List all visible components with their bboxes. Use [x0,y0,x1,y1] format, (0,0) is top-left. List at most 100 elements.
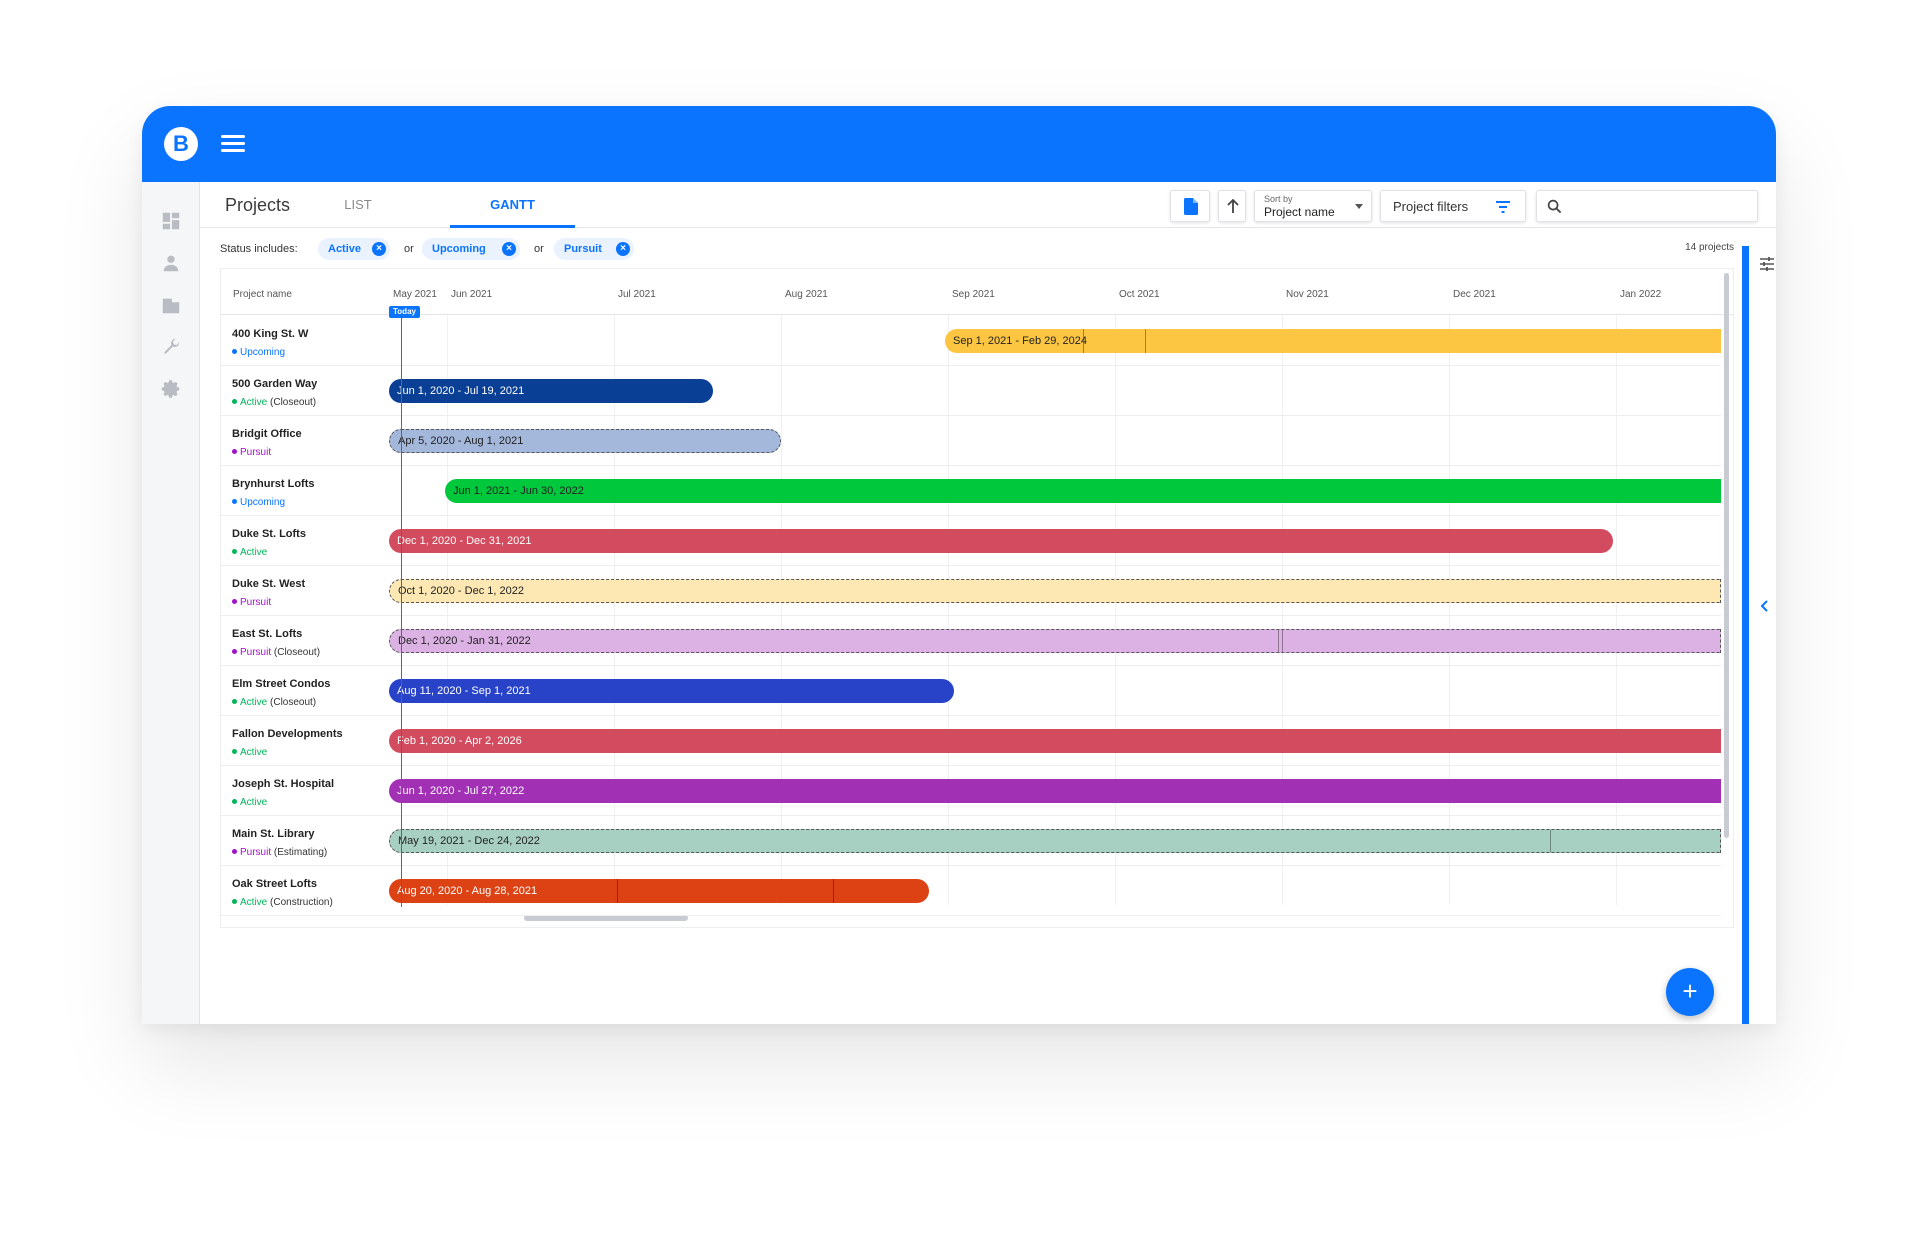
bar-segment-divider [1145,329,1146,353]
gantt-bar[interactable]: Sep 1, 2021 - Feb 29, 2024 [945,329,1721,353]
status-text: Active [240,397,268,408]
right-panel [1742,246,1776,1024]
status-text: Pursuit [240,647,272,658]
wrench-icon[interactable] [160,336,182,358]
project-name[interactable]: East St. Lofts [232,628,302,640]
project-name[interactable]: 500 Garden Way [232,378,317,390]
filter-lines-icon [1496,201,1510,213]
remove-filter-icon[interactable]: × [502,242,516,256]
timeline-month-label: Dec 2021 [1453,289,1496,300]
gantt-bar[interactable]: Jun 1, 2020 - Jul 27, 2022 [389,779,1721,803]
gantt-row[interactable]: Main St. Library Pursuit (Estimating) May … [221,816,1721,866]
gantt-row[interactable]: Bridgit Office Pursuit Apr 5, 2020 - Aug 1… [221,416,1721,466]
status-dot-icon [232,849,237,854]
gantt-bar[interactable]: Jun 1, 2020 - Jul 19, 2021 [389,379,713,403]
gantt-row[interactable]: Fallon Developments Active Feb 1, 2020 - A… [221,716,1721,766]
project-name[interactable]: Joseph St. Hospital [232,778,334,790]
gantt-bar[interactable]: Oct 1, 2020 - Dec 1, 2022 [389,579,1721,603]
project-name[interactable]: Oak Street Lofts [232,878,317,890]
gantt-bar[interactable]: Dec 1, 2020 - Jan 31, 2022 [389,629,1721,653]
gantt-row[interactable]: Duke St. Lofts Active Dec 1, 2020 - Dec 31… [221,516,1721,566]
project-filters-button[interactable]: Project filters [1380,190,1526,222]
people-icon[interactable] [160,252,182,274]
gantt-bar-dates: Apr 5, 2020 - Aug 1, 2021 [398,435,524,447]
status-dot-icon [232,499,237,504]
project-count: 14 projects [1685,242,1734,253]
project-name[interactable]: Duke St. West [232,578,305,590]
project-status: Active [232,797,267,808]
remove-filter-icon[interactable]: × [372,242,386,256]
project-status: Active (Closeout) [232,397,316,408]
gantt-bar[interactable]: Aug 20, 2020 - Aug 28, 2021 [389,879,929,903]
dashboard-icon[interactable] [160,210,182,232]
gantt-row[interactable]: Duke St. West Pursuit Oct 1, 2020 - Dec 1,… [221,566,1721,616]
sort-by-select[interactable]: Sort by Project name [1254,190,1372,222]
project-status: Pursuit [232,447,271,458]
gantt-row[interactable]: Oak Street Lofts Active (Construction) Aug… [221,866,1721,916]
chevron-left-icon[interactable] [1759,599,1771,613]
remove-filter-icon[interactable]: × [616,242,630,256]
status-dot-icon [232,749,237,754]
gantt-row[interactable]: Brynhurst Lofts Upcoming Jun 1, 2021 - Jun… [221,466,1721,516]
vertical-scrollbar[interactable] [1724,273,1729,838]
search-input[interactable] [1569,197,1749,217]
gantt-row[interactable]: 500 Garden Way Active (Closeout) Jun 1, 20… [221,366,1721,416]
phase-text: (Construction) [267,897,333,908]
project-name[interactable]: Fallon Developments [232,728,343,740]
gantt-bar[interactable]: Apr 5, 2020 - Aug 1, 2021 [389,429,781,453]
filter-chip-label: Upcoming [432,243,486,255]
tab-gantt[interactable]: GANTT [450,190,575,228]
project-status: Active (Construction) [232,897,333,908]
gantt-bar[interactable]: Dec 1, 2020 - Dec 31, 2021 [389,529,1613,553]
bar-segment-divider [1282,630,1283,652]
building-icon[interactable] [160,294,182,316]
filter-chip-pursuit[interactable]: Pursuit × [554,238,634,260]
sort-direction-button[interactable] [1218,190,1246,222]
document-icon [1184,198,1198,215]
gantt-row[interactable]: Joseph St. Hospital Active Jun 1, 2020 - J… [221,766,1721,816]
project-name[interactable]: Bridgit Office [232,428,302,440]
filter-chip-upcoming[interactable]: Upcoming × [422,238,520,260]
app-window: B Projects LIST GANTT Sort by Project na… [142,106,1776,1024]
gantt-bar[interactable]: Aug 11, 2020 - Sep 1, 2021 [389,679,954,703]
app-logo[interactable]: B [164,127,198,161]
project-name[interactable]: Brynhurst Lofts [232,478,315,490]
gantt-row[interactable]: 400 King St. W Upcoming Sep 1, 2021 - Feb … [221,316,1721,366]
status-text: Active [240,547,268,558]
status-dot-icon [232,549,237,554]
phase-text: (Closeout) [267,397,317,408]
sort-by-value: Project name [1264,205,1335,219]
project-name[interactable]: 400 King St. W [232,328,308,340]
timeline-month-label: Sep 2021 [952,289,995,300]
hamburger-menu-icon[interactable] [221,135,245,153]
status-dot-icon [232,649,237,654]
settings-gear-icon[interactable] [160,378,182,400]
arrow-up-icon [1227,199,1239,213]
project-status: Active (Closeout) [232,697,316,708]
status-dot-icon [232,399,237,404]
today-badge: Today [389,306,420,318]
top-bar: B [142,106,1776,182]
gantt-row[interactable]: East St. Lofts Pursuit (Closeout) Dec 1, 2… [221,616,1721,666]
project-name[interactable]: Main St. Library [232,828,315,840]
gantt-bar[interactable]: Feb 1, 2020 - Apr 2, 2026 [389,729,1721,753]
project-status: Active [232,747,267,758]
report-button[interactable] [1170,190,1210,222]
project-name[interactable]: Elm Street Condos [232,678,330,690]
tab-list[interactable]: LIST [330,190,386,228]
add-project-button[interactable]: + [1666,968,1714,1016]
tune-settings-icon[interactable] [1759,256,1775,272]
gantt-bar-dates: Sep 1, 2021 - Feb 29, 2024 [953,335,1087,347]
gantt-row[interactable]: Elm Street Condos Active (Closeout) Aug 11… [221,666,1721,716]
main-area: Projects LIST GANTT Sort by Project name… [200,182,1776,1024]
gantt-bar[interactable]: May 19, 2021 - Dec 24, 2022 [389,829,1721,853]
filter-chip-active[interactable]: Active × [318,238,390,260]
bar-segment-divider [1550,830,1551,852]
status-includes-label: Status includes: [220,243,298,255]
gantt-bar-dates: Dec 1, 2020 - Jan 31, 2022 [398,635,531,647]
today-marker-line [401,309,402,907]
gantt-bar[interactable]: Jun 1, 2021 - Jun 30, 2022 [445,479,1721,503]
project-name[interactable]: Duke St. Lofts [232,528,306,540]
status-text: Pursuit [240,447,272,458]
search-box[interactable] [1536,190,1758,222]
